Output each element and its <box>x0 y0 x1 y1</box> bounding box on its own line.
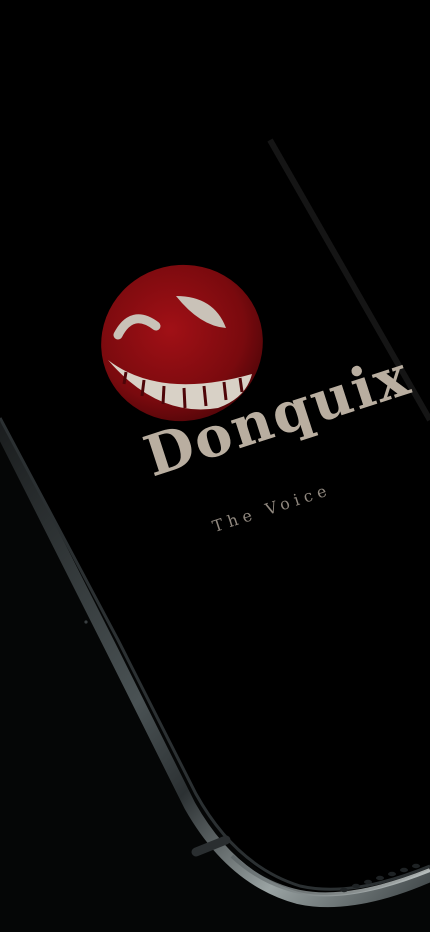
splash-screen: Donquix The Voice <box>0 0 430 932</box>
grinning-winking-face-icon <box>101 264 263 422</box>
device-frame <box>0 138 430 932</box>
